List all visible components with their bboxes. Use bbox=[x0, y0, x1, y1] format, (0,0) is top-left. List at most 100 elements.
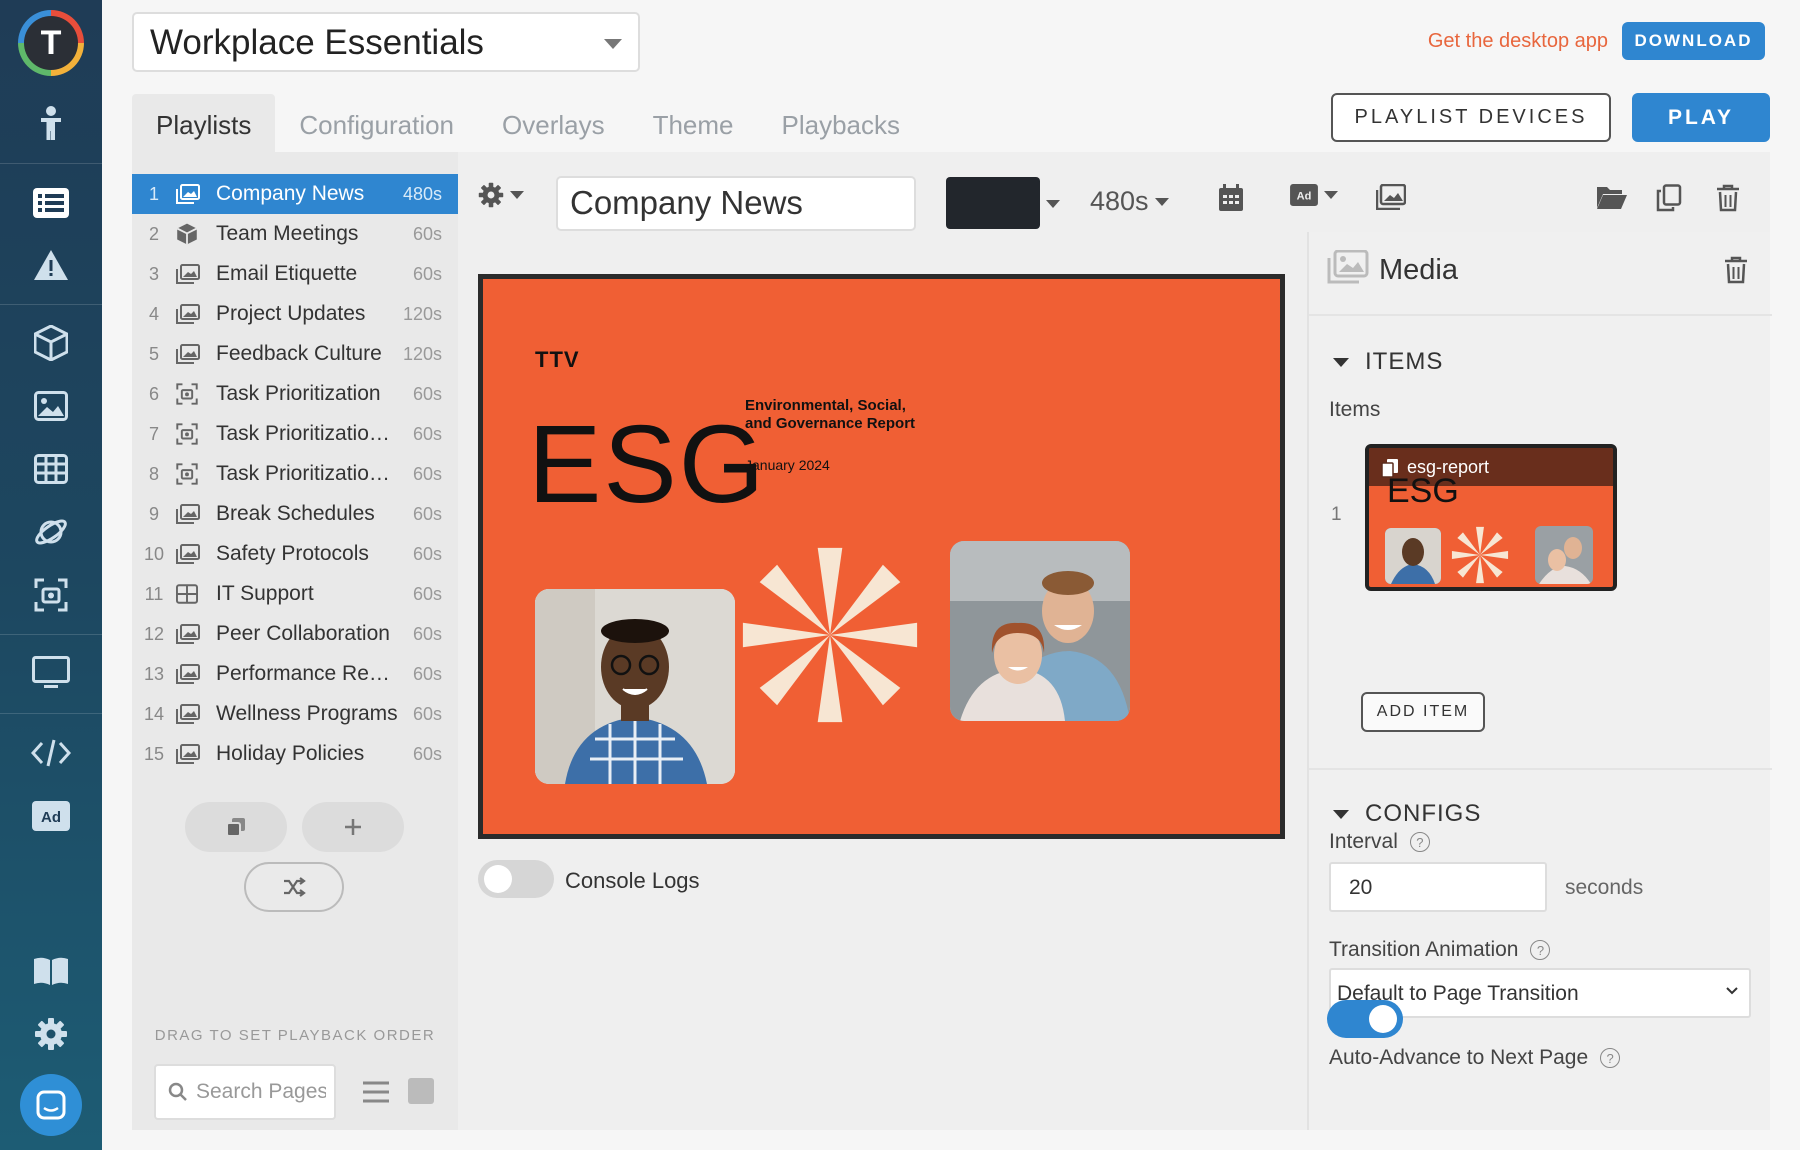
workspace-select[interactable]: Workplace Essentials bbox=[132, 12, 640, 72]
preview-subtitle: Environmental, Social, and Governance Re… bbox=[745, 397, 915, 433]
playlist-item-number: 13 bbox=[143, 663, 165, 684]
code-icon[interactable] bbox=[26, 728, 76, 778]
preview-photo-couple bbox=[950, 541, 1130, 721]
desktop-app-link[interactable]: Get the desktop app bbox=[1428, 30, 1608, 53]
cube-icon[interactable] bbox=[26, 318, 76, 368]
playlist-item-duration: 60s bbox=[412, 223, 442, 244]
playlist-item-name: Feedback Culture bbox=[216, 342, 382, 365]
planet-icon[interactable] bbox=[26, 507, 76, 557]
interval-input[interactable]: 20 bbox=[1329, 862, 1547, 912]
delete-widget-icon[interactable] bbox=[1724, 256, 1748, 284]
playlist-item-duration: 120s bbox=[402, 343, 442, 364]
search-pages-box[interactable] bbox=[154, 1064, 336, 1120]
calendar-icon[interactable] bbox=[1218, 184, 1244, 212]
duration-select[interactable]: 480s bbox=[1090, 186, 1169, 217]
playlist-item-number: 7 bbox=[148, 423, 159, 444]
items-section-toggle[interactable]: ITEMS bbox=[1333, 348, 1443, 376]
duplicate-icon[interactable] bbox=[1656, 184, 1682, 212]
toggle-knob bbox=[1369, 1005, 1397, 1033]
help-icon[interactable]: ? bbox=[1600, 1048, 1621, 1068]
chat-support-button[interactable] bbox=[20, 1074, 82, 1136]
playlist-item[interactable]: 12 Peer Collaboration 60s bbox=[132, 614, 458, 654]
configs-section-toggle[interactable]: CONFIGS bbox=[1333, 800, 1481, 828]
items-section-title: ITEMS bbox=[1365, 348, 1444, 375]
playlist-devices-button[interactable]: PLAYLIST DEVICES bbox=[1331, 93, 1611, 142]
background-color-swatch[interactable] bbox=[946, 177, 1040, 229]
screenshot-icon bbox=[176, 463, 208, 485]
tab-theme[interactable]: Theme bbox=[629, 94, 758, 152]
playlist-item[interactable]: 15 Holiday Policies 60s bbox=[132, 734, 458, 774]
media-panel-title: Media bbox=[1379, 254, 1458, 286]
play-button[interactable]: PLAY bbox=[1632, 93, 1770, 142]
tab-playlists[interactable]: Playlists bbox=[132, 94, 276, 152]
shuffle-button[interactable] bbox=[244, 862, 344, 912]
playlist-item[interactable]: 11 IT Support 60s bbox=[132, 574, 458, 614]
playlist-item-number: 4 bbox=[148, 303, 159, 324]
list-icon[interactable] bbox=[26, 178, 76, 228]
playlist-item-number: 5 bbox=[148, 343, 159, 364]
tab-playbacks[interactable]: Playbacks bbox=[758, 94, 925, 152]
monitor-icon[interactable] bbox=[26, 648, 76, 698]
playlist-item[interactable]: 14 Wellness Programs 60s bbox=[132, 694, 458, 734]
playlist-item[interactable]: 7 Task Prioritization 2 60s bbox=[132, 414, 458, 454]
download-button[interactable]: DOWNLOAD bbox=[1622, 22, 1765, 60]
trash-icon[interactable] bbox=[1716, 184, 1740, 212]
warning-icon[interactable] bbox=[26, 240, 76, 290]
playlist-item-duration: 60s bbox=[412, 423, 442, 444]
screenshot-icon[interactable] bbox=[26, 570, 76, 620]
folder-open-icon[interactable] bbox=[1596, 184, 1628, 210]
image-icon[interactable] bbox=[26, 381, 76, 431]
playlist-item[interactable]: 2 Team Meetings 60s bbox=[132, 214, 458, 254]
playlist-item-name: Task Prioritization bbox=[216, 382, 381, 405]
playlist-item[interactable]: 9 Break Schedules 60s bbox=[132, 494, 458, 534]
page-preview[interactable]: TTV ESG Environmental, Social, and Gover… bbox=[478, 274, 1285, 839]
screenshot-icon bbox=[176, 423, 208, 445]
playlist-item-duration: 60s bbox=[412, 663, 442, 684]
playlist-item-name: Peer Collaboration bbox=[216, 622, 390, 645]
list-view-icon[interactable] bbox=[362, 1080, 390, 1104]
playlist-item[interactable]: 3 Email Etiquette 60s bbox=[132, 254, 458, 294]
playlist-item[interactable]: 13 Performance Revie... 60s bbox=[132, 654, 458, 694]
person-icon[interactable] bbox=[26, 98, 76, 148]
playlist-item[interactable]: 1 Company News 480s bbox=[132, 174, 458, 214]
playlist-item-name: Project Updates bbox=[216, 302, 366, 325]
playlist-item-name: Break Schedules bbox=[216, 502, 375, 525]
workspace-name: Workplace Essentials bbox=[150, 23, 484, 62]
grid-icon[interactable] bbox=[26, 444, 76, 494]
preview-date: January 2024 bbox=[745, 457, 830, 473]
playlist-item[interactable]: 8 Task Prioritization 3 60s bbox=[132, 454, 458, 494]
playlist-item-name: Task Prioritization 3 bbox=[216, 462, 398, 485]
auto-advance-toggle[interactable] bbox=[1327, 1000, 1403, 1038]
add-item-button[interactable]: ADD ITEM bbox=[1361, 692, 1485, 732]
app-logo[interactable]: T bbox=[18, 10, 84, 76]
playlist-item-duration: 60s bbox=[412, 463, 442, 484]
tab-overlays[interactable]: Overlays bbox=[478, 94, 629, 152]
help-icon[interactable]: ? bbox=[1409, 832, 1430, 852]
grid-view-icon[interactable] bbox=[408, 1078, 434, 1104]
sunburst-ray bbox=[1457, 532, 1480, 555]
page-name-input[interactable]: Company News bbox=[556, 176, 916, 231]
tab-configuration[interactable]: Configuration bbox=[275, 94, 478, 152]
console-logs-toggle[interactable] bbox=[478, 860, 554, 898]
playlist-item[interactable]: 6 Task Prioritization 60s bbox=[132, 374, 458, 414]
book-icon[interactable] bbox=[26, 946, 76, 996]
playlist-item[interactable]: 4 Project Updates 120s bbox=[132, 294, 458, 334]
help-icon[interactable]: ? bbox=[1530, 940, 1551, 960]
page-settings-menu[interactable] bbox=[478, 182, 524, 208]
image-gallery-icon bbox=[176, 264, 208, 284]
settings-gear-icon[interactable] bbox=[26, 1009, 76, 1059]
gear-icon bbox=[478, 182, 504, 208]
shuffle-icon bbox=[284, 877, 306, 897]
add-playlist-button[interactable] bbox=[302, 802, 404, 852]
color-caret-icon[interactable] bbox=[1046, 200, 1060, 208]
playlist-item[interactable]: 5 Feedback Culture 120s bbox=[132, 334, 458, 374]
playlist-item[interactable]: 10 Safety Protocols 60s bbox=[132, 534, 458, 574]
ad-icon[interactable]: Ad bbox=[26, 791, 76, 841]
playlist-item-duration: 60s bbox=[412, 703, 442, 724]
sunburst-ray bbox=[830, 564, 901, 635]
duplicate-playlist-button[interactable] bbox=[185, 802, 287, 852]
media-item-thumbnail[interactable]: ESG esg-report bbox=[1365, 444, 1617, 591]
media-library-icon[interactable] bbox=[1376, 184, 1406, 210]
ad-settings-menu[interactable]: Ad bbox=[1290, 184, 1338, 206]
search-pages-input[interactable] bbox=[196, 1080, 326, 1104]
